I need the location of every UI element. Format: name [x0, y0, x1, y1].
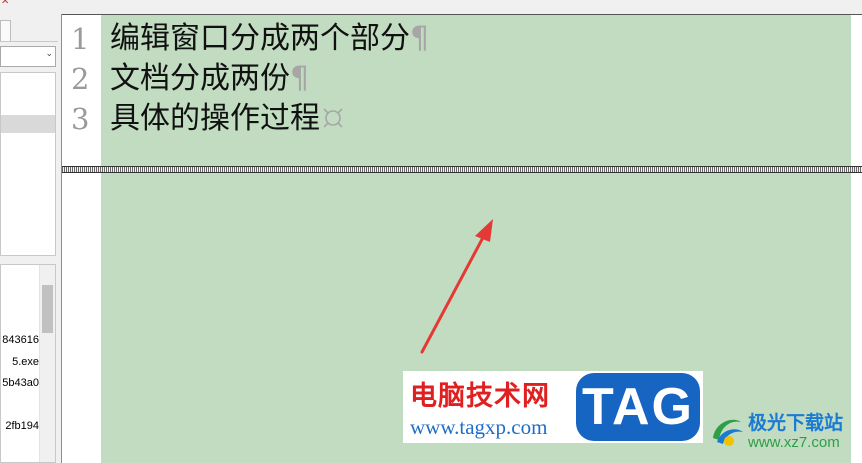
text-line[interactable]: 文档分成两份¶	[110, 59, 309, 99]
right-margin	[851, 15, 862, 166]
line-number-gutter: 1 2 3	[62, 15, 101, 166]
tag-badge-text: TAG	[582, 378, 694, 436]
title-strip: ✕	[0, 0, 862, 14]
watermark-url: www.tagxp.com	[410, 415, 548, 439]
site-logo: 极光下载站 www.xz7.com	[703, 404, 862, 460]
chevron-down-icon[interactable]: ⌄	[45, 49, 53, 59]
watermark: 电脑技术网 www.tagxp.com TAG	[403, 371, 703, 443]
panel-tab[interactable]	[0, 20, 11, 41]
list-item[interactable]: 2fb194	[5, 420, 39, 432]
line-number: 2	[71, 62, 90, 96]
tag-badge: TAG	[576, 373, 700, 441]
list-item[interactable]: 5.exe	[12, 356, 39, 368]
file-list-scrollbar[interactable]	[39, 265, 55, 462]
list-item[interactable]: 843616	[2, 334, 39, 346]
line-text: 具体的操作过程	[110, 101, 320, 136]
eof-marker-icon	[323, 107, 343, 128]
line-text: 编辑窗口分成两个部分	[110, 21, 410, 56]
line-number: 3	[71, 102, 90, 136]
editor-pane-top: 1 2 3 编辑窗口分成两个部分¶ 文档分成两份¶ 具体的操作过程	[62, 14, 862, 166]
aurora-logo-icon	[713, 419, 743, 446]
line-number-gutter	[62, 173, 101, 463]
logo-url: www.xz7.com	[748, 434, 840, 451]
panel-tabstrip	[0, 18, 58, 42]
text-line[interactable]: 编辑窗口分成两个部分¶	[110, 19, 429, 59]
file-list[interactable]: 843616 5.exe 5b43a0 2fb194	[0, 264, 56, 463]
line-text: 文档分成两份	[110, 61, 290, 96]
watermark-site-name: 电脑技术网	[410, 381, 550, 412]
paragraph-mark: ¶	[410, 21, 430, 56]
close-icon[interactable]: ✕	[1, 0, 9, 7]
drive-select[interactable]: ⌄	[0, 46, 56, 67]
list-item[interactable]: 5b43a0	[2, 377, 39, 389]
logo-name: 极光下载站	[748, 412, 844, 434]
folder-tree[interactable]	[0, 72, 56, 256]
selected-tree-item[interactable]	[1, 115, 55, 133]
scrollbar-thumb[interactable]	[42, 285, 53, 333]
split-divider[interactable]	[62, 166, 862, 173]
text-line[interactable]: 具体的操作过程	[110, 99, 345, 139]
line-number: 1	[71, 22, 90, 56]
left-panel: ⌄ 843616 5.exe 5b43a0 2fb194	[0, 14, 60, 463]
paragraph-mark: ¶	[290, 61, 310, 96]
